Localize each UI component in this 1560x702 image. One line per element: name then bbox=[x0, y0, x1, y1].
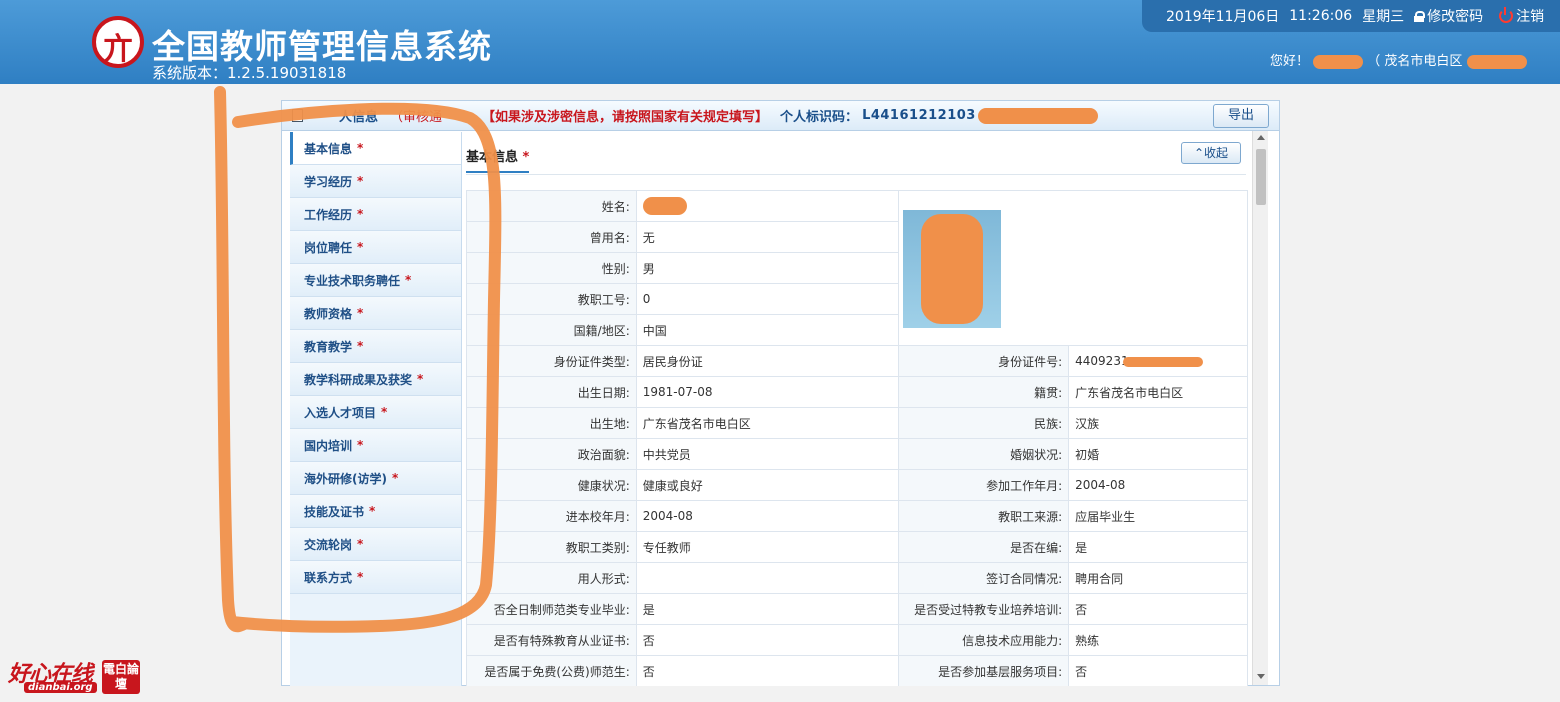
section-title: 基本信息 * bbox=[466, 146, 530, 173]
nationality-value: 中国 bbox=[635, 314, 900, 346]
logout-label: 注销 bbox=[1516, 9, 1545, 25]
name-label: 姓名: bbox=[466, 190, 637, 222]
former-name-value: 无 bbox=[635, 221, 900, 253]
sidebar-item-overseas-study[interactable]: 海外研修(访学) * bbox=[290, 462, 461, 495]
table-row: 健康状况: 健康或良好 参加工作年月: 2004-08 bbox=[466, 469, 1248, 501]
personal-id-label: 个人标识码： bbox=[780, 110, 859, 125]
current-date: 2019年11月06日 bbox=[1166, 9, 1280, 25]
panel-title: 人信息 bbox=[339, 110, 379, 125]
table-row: 进本校年月: 2004-08 教职工来源: 应届毕业生 bbox=[466, 500, 1248, 532]
app-header: 亣 全国教师管理信息系统 系统版本：1.2.5.19031818 2019年11… bbox=[0, 0, 1560, 84]
sidebar-item-contact[interactable]: 联系方式 * bbox=[290, 561, 461, 594]
change-password-link[interactable]: 修改密码 bbox=[1414, 6, 1483, 26]
id-no-value: 4409231 bbox=[1068, 345, 1248, 377]
export-button[interactable]: 导出 bbox=[1213, 104, 1269, 128]
user-greeting: 您好！ （ 茂名市电白区 bbox=[1270, 50, 1527, 69]
sidebar-item-research-awards[interactable]: 教学科研成果及获奖 * bbox=[290, 363, 461, 396]
sidebar-item-talent-program[interactable]: 入选人才项目 * bbox=[290, 396, 461, 429]
top-status-bar: 2019年11月06日 11:26:06 星期三 修改密码 注销 bbox=[1142, 0, 1560, 32]
greeting-region: （ 茂名市电白区 bbox=[1367, 54, 1463, 69]
staff-no-value: 0 bbox=[635, 283, 900, 315]
change-password-label: 修改密码 bbox=[1427, 9, 1484, 25]
system-version: 系统版本：1.2.5.19031818 bbox=[152, 64, 347, 82]
sidebar-item-teacher-qualification[interactable]: 教师资格 * bbox=[290, 297, 461, 330]
power-icon bbox=[1499, 7, 1514, 23]
redacted-org bbox=[1466, 54, 1527, 69]
section-divider bbox=[466, 174, 1246, 175]
scroll-thumb[interactable] bbox=[1256, 149, 1266, 205]
table-row: 是否有特殊教育从业证书: 否 信息技术应用能力: 熟练 bbox=[466, 624, 1248, 656]
name-value bbox=[635, 190, 900, 222]
redacted-face bbox=[921, 214, 984, 324]
system-title: 全国教师管理信息系统 bbox=[152, 27, 492, 66]
table-row: 姓名: bbox=[466, 190, 1248, 346]
logout-link[interactable]: 注销 bbox=[1499, 6, 1544, 26]
panel-header: 人信息 （审核通 【如果涉及涉密信息，请按照国家有关规定填写】 个人标识码： L… bbox=[282, 101, 1279, 131]
redacted-username bbox=[1313, 54, 1364, 69]
watermark-seal: 電白論壇 bbox=[102, 660, 140, 694]
document-icon bbox=[292, 109, 303, 122]
table-row: 用人形式: 签订合同情况: 聘用合同 bbox=[466, 562, 1248, 594]
table-row: 身份证件类型: 居民身份证 身份证件号: 4409231 bbox=[466, 345, 1248, 377]
system-logo: 亣 bbox=[92, 16, 144, 68]
table-row: 教职工类别: 专任教师 是否在编: 是 bbox=[466, 531, 1248, 563]
sidebar-item-education[interactable]: 学习经历 * bbox=[290, 165, 461, 198]
sidebar-item-teaching[interactable]: 教育教学 * bbox=[290, 330, 461, 363]
sidebar-item-skills-certificates[interactable]: 技能及证书 * bbox=[290, 495, 461, 528]
teacher-info-panel: 人信息 （审核通 【如果涉及涉密信息，请按照国家有关规定填写】 个人标识码： L… bbox=[281, 100, 1280, 686]
current-weekday: 星期三 bbox=[1362, 9, 1405, 25]
sidebar-item-basic-info[interactable]: 基本信息 * bbox=[290, 132, 461, 165]
teacher-photo bbox=[903, 210, 1002, 328]
current-time: 11:26:06 bbox=[1289, 8, 1353, 24]
lock-icon bbox=[1414, 10, 1426, 22]
sidebar-item-professional-title[interactable]: 专业技术职务聘任 * bbox=[290, 264, 461, 297]
greeting-prefix: 您好！ bbox=[1270, 54, 1310, 69]
table-row: 是否属于免费(公费)师范生: 否 是否参加基层服务项目: 否 bbox=[466, 655, 1248, 686]
photo-cell bbox=[898, 190, 1248, 346]
audit-status: （审核通 bbox=[390, 110, 443, 125]
table-row: 政治面貌: 中共党员 婚姻状况: 初婚 bbox=[466, 438, 1248, 470]
table-row: 否全日制师范类专业毕业: 是 是否受过特教专业培养培训: 否 bbox=[466, 593, 1248, 625]
scroll-down-icon[interactable] bbox=[1257, 674, 1265, 679]
scroll-up-icon[interactable] bbox=[1257, 135, 1265, 140]
confidential-warning: 【如果涉及涉密信息，请按照国家有关规定填写】 bbox=[482, 110, 769, 125]
basic-info-table: 姓名: 曾用名: 无 性别: 男 教职工号: 0 国籍/地区: 中国 身份证件类… bbox=[466, 190, 1248, 686]
collapse-button[interactable]: ⌃收起 bbox=[1181, 142, 1241, 164]
sidebar-item-post[interactable]: 岗位聘任 * bbox=[290, 231, 461, 264]
personal-id-value: L44161212103 bbox=[862, 108, 976, 123]
site-watermark: 好心在线 dianbai.org 電白論壇 bbox=[8, 660, 140, 694]
section-sidebar: 基本信息 * 学习经历 * 工作经历 * 岗位聘任 * 专业技术职务聘任 * 教师资格 * … bbox=[290, 132, 462, 686]
table-row: 出生地: 广东省茂名市电白区 民族: 汉族 bbox=[466, 407, 1248, 439]
sidebar-item-domestic-training[interactable]: 国内培训 * bbox=[290, 429, 461, 462]
basic-info-content: 基本信息 * ⌃收起 姓名: 曾用名: 无 性别: 男 教职工号: 0 国籍/地… bbox=[466, 132, 1256, 686]
sidebar-item-rotation[interactable]: 交流轮岗 * bbox=[290, 528, 461, 561]
redacted-id bbox=[977, 107, 1098, 124]
content-scrollbar[interactable] bbox=[1252, 131, 1268, 685]
sidebar-item-work-history[interactable]: 工作经历 * bbox=[290, 198, 461, 231]
table-row: 出生日期: 1981-07-08 籍贯: 广东省茂名市电白区 bbox=[466, 376, 1248, 408]
gender-value: 男 bbox=[635, 252, 900, 284]
chevron-up-icon: ⌃ bbox=[1193, 146, 1205, 160]
redacted-id-no bbox=[1122, 356, 1203, 367]
redacted-name bbox=[642, 197, 687, 215]
